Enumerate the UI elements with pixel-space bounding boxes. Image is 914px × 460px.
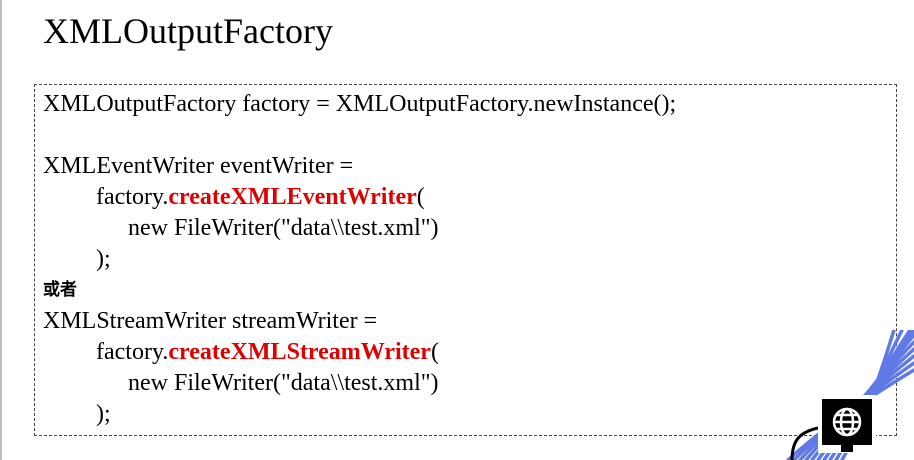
slide-title: XMLOutputFactory	[43, 11, 333, 51]
code-line-event-arg: new FileWriter("data\\test.xml")	[128, 215, 439, 241]
slide-left-border	[0, 0, 2, 460]
code-line-event-call: factory.createXMLEventWriter(	[43, 182, 676, 213]
event-call-prefix: factory.	[96, 184, 169, 210]
or-label: 或者	[43, 280, 77, 300]
code-block: XMLOutputFactory factory = XMLOutputFact…	[43, 89, 676, 430]
code-line-event-decl: XMLEventWriter eventWriter =	[43, 153, 354, 179]
globe-logo	[818, 395, 876, 453]
code-line-event-close: );	[96, 246, 111, 272]
create-event-writer-method: createXMLEventWriter	[168, 184, 417, 210]
code-line-stream-call: factory.createXMLStreamWriter(	[43, 337, 676, 368]
code-line-stream-close: );	[96, 401, 111, 427]
code-line-factory: XMLOutputFactory factory = XMLOutputFact…	[43, 91, 677, 117]
code-line-stream-decl: XMLStreamWriter streamWriter =	[43, 308, 378, 334]
stream-call-prefix: factory.	[96, 339, 169, 365]
code-line-stream-arg: new FileWriter("data\\test.xml")	[128, 370, 439, 396]
event-call-open-paren: (	[416, 184, 425, 210]
create-stream-writer-method: createXMLStreamWriter	[168, 339, 431, 365]
stream-call-open-paren: (	[430, 339, 439, 365]
